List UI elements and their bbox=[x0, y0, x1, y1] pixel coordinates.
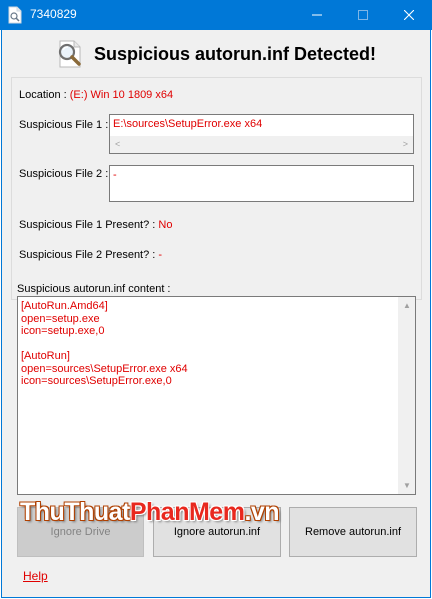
minimize-icon bbox=[312, 14, 322, 16]
content-line: open=setup.exe bbox=[21, 312, 100, 325]
file2-field[interactable]: - bbox=[109, 165, 414, 202]
scroll-left-icon: < bbox=[115, 139, 121, 149]
file2-label: Suspicious File 2 : bbox=[19, 168, 109, 180]
file1-present-value: No bbox=[158, 219, 173, 231]
content-line: icon=sources\SetupError.exe,0 bbox=[21, 375, 172, 387]
document-icon bbox=[8, 6, 22, 24]
location-label: Location : bbox=[19, 89, 67, 101]
location-value: (E:) Win 10 1809 x64 bbox=[69, 89, 174, 101]
minimize-button[interactable] bbox=[294, 0, 340, 30]
window-title: 7340829 bbox=[30, 7, 77, 21]
location-row: Location : (E:) Win 10 1809 x64 bbox=[19, 89, 173, 101]
close-button[interactable] bbox=[386, 0, 432, 30]
window-client-area: Suspicious autorun.inf Detected! Locatio… bbox=[1, 30, 431, 598]
watermark-part2: PhanMem bbox=[129, 498, 245, 526]
content-line: icon=setup.exe,0 bbox=[21, 325, 105, 337]
info-panel: Location : (E:) Win 10 1809 x64 Suspicio… bbox=[11, 77, 422, 300]
file1-value: E:\sources\SetupError.exe x64 bbox=[113, 118, 263, 130]
content-line: [AutoRun.Amd64] bbox=[21, 300, 108, 312]
file2-present-row: Suspicious File 2 Present? : - bbox=[19, 249, 162, 261]
watermark-part1: ThuThuat bbox=[20, 498, 130, 526]
maximize-icon bbox=[358, 10, 368, 20]
scroll-up-icon: ▲ bbox=[403, 301, 411, 310]
file2-present-label: Suspicious File 2 Present? : bbox=[19, 249, 156, 261]
autorun-content-text: [AutoRun.Amd64] open=setup.exe icon=setu… bbox=[21, 300, 188, 388]
file1-present-label: Suspicious File 1 Present? : bbox=[19, 219, 156, 231]
scroll-right-icon: > bbox=[402, 139, 408, 149]
close-icon bbox=[404, 10, 414, 20]
file1-label: Suspicious File 1 : bbox=[19, 119, 109, 131]
maximize-button bbox=[340, 0, 386, 30]
watermark-part3: .vn bbox=[244, 498, 280, 526]
page-title: Suspicious autorun.inf Detected! bbox=[94, 44, 377, 64]
title-bar[interactable]: 7340829 bbox=[0, 0, 432, 30]
autorun-content-textbox[interactable]: [AutoRun.Amd64] open=setup.exe icon=setu… bbox=[17, 296, 416, 495]
magnifier-icon bbox=[58, 40, 81, 68]
remove-autorun-button[interactable]: Remove autorun.inf bbox=[289, 507, 417, 557]
content-vertical-scrollbar[interactable]: ▲ ▼ bbox=[398, 297, 415, 494]
file1-present-row: Suspicious File 1 Present? : No bbox=[19, 219, 172, 231]
scroll-down-icon: ▼ bbox=[403, 481, 411, 490]
file1-horizontal-scrollbar[interactable]: < > bbox=[110, 136, 413, 153]
content-line: open=sources\SetupError.exe x64 bbox=[21, 362, 188, 375]
site-watermark: ThuThuatPhanMem.vn bbox=[20, 498, 280, 527]
help-link[interactable]: Help bbox=[23, 569, 48, 583]
content-line: [AutoRun] bbox=[21, 350, 70, 362]
file2-value: - bbox=[113, 169, 117, 181]
content-line-blank bbox=[21, 338, 188, 351]
file1-field[interactable]: E:\sources\SetupError.exe x64 < > bbox=[109, 114, 414, 154]
content-label: Suspicious autorun.inf content : bbox=[17, 283, 171, 295]
file2-present-value: - bbox=[158, 249, 163, 261]
